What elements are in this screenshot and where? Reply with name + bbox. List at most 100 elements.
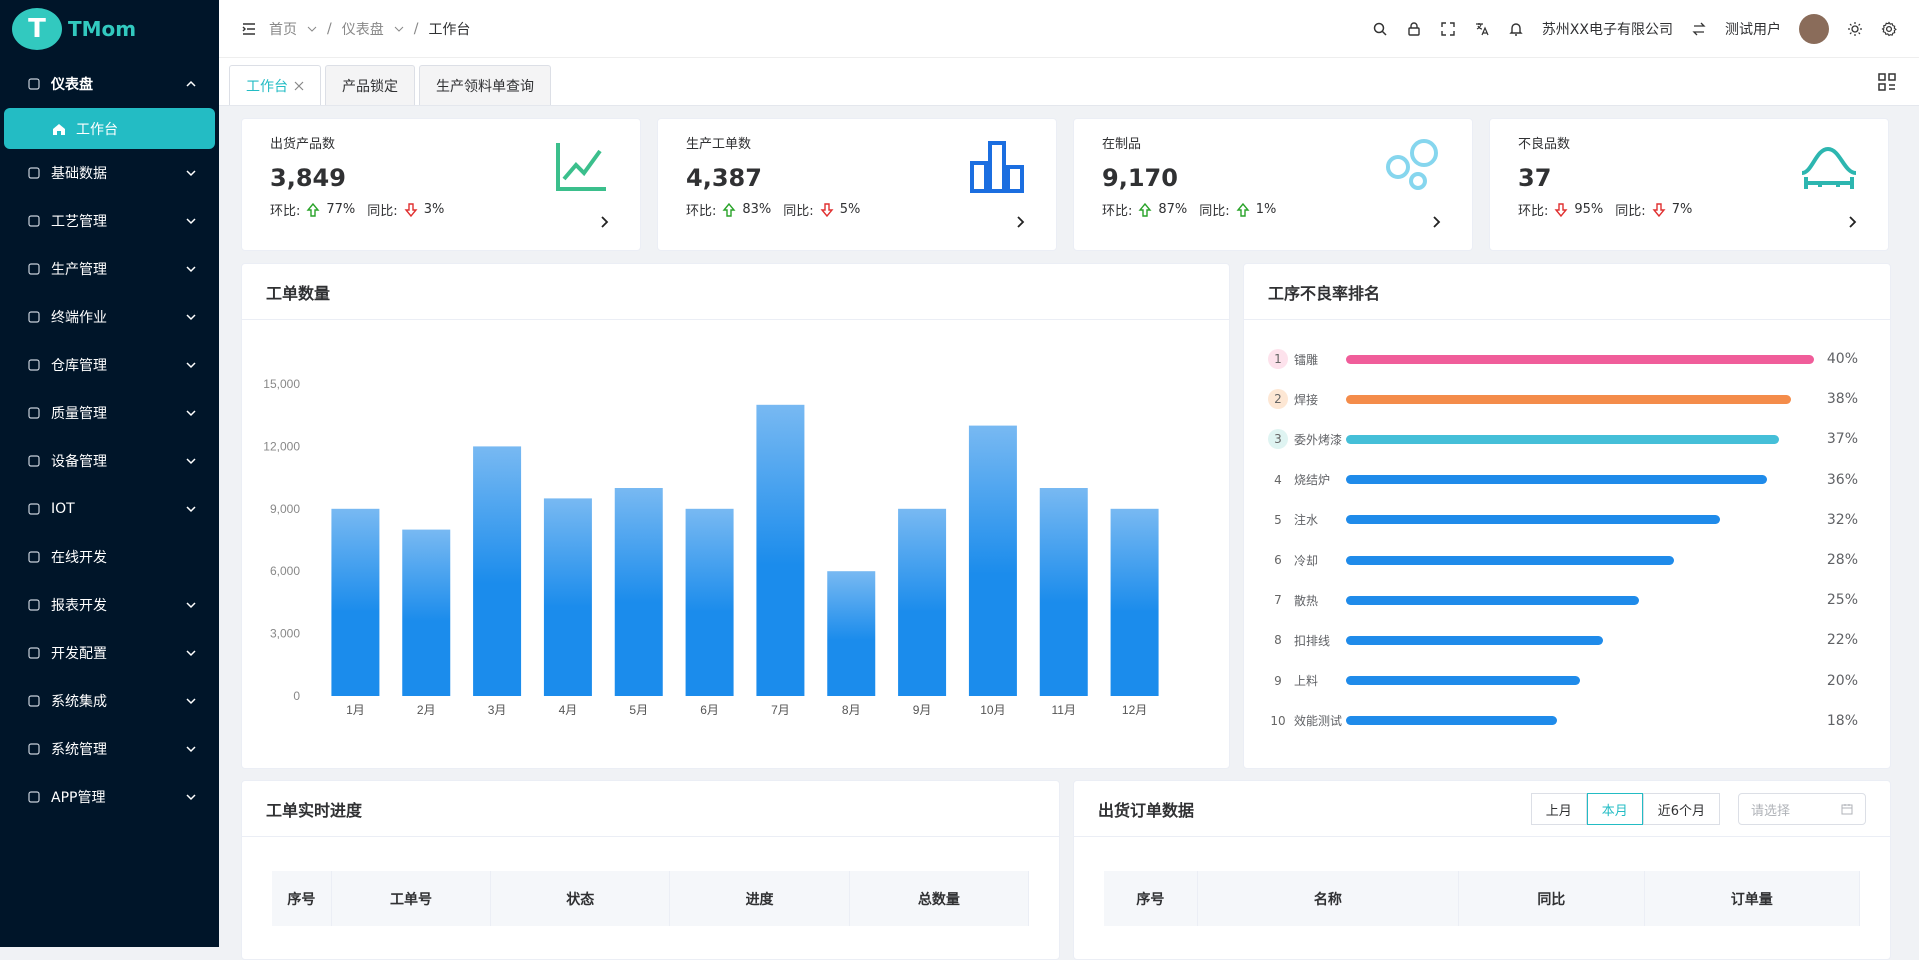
period-button[interactable]: 近6个月 — [1642, 793, 1720, 825]
stat-card-1[interactable]: 生产工单数 4,387 环比: 83% 同比: 5% — [657, 118, 1057, 251]
chevron-down-icon — [185, 743, 197, 755]
production-icon — [27, 262, 41, 276]
bar-9月[interactable] — [898, 508, 947, 696]
rank-track — [1346, 595, 1814, 605]
user-name[interactable]: 测试用户 — [1725, 19, 1781, 39]
chevron-down-icon — [185, 455, 197, 467]
chevron-right-icon[interactable] — [1430, 216, 1442, 228]
date-picker[interactable]: 请选择 — [1738, 793, 1866, 825]
theme-sun-icon[interactable] — [1847, 21, 1863, 37]
close-icon[interactable] — [294, 81, 304, 91]
period-button[interactable]: 本月 — [1586, 793, 1643, 825]
switch-icon[interactable] — [1691, 21, 1707, 37]
fullscreen-icon[interactable] — [1440, 21, 1456, 37]
tab-material-query[interactable]: 生产领料单查询 — [419, 65, 551, 105]
tb-value: 3% — [423, 202, 445, 217]
sidebar-item-6[interactable]: 仓库管理 — [0, 341, 219, 389]
sidebar-item-10[interactable]: 在线开发 — [0, 533, 219, 581]
period-button[interactable]: 上月 — [1530, 793, 1587, 825]
sidebar-item-label: 设备管理 — [51, 454, 107, 470]
bar-5月[interactable] — [614, 488, 663, 696]
arrow-down-icon — [820, 202, 834, 217]
rank-number: 5 — [1274, 512, 1282, 527]
column-header[interactable]: 名称 — [1198, 871, 1460, 926]
lock-icon[interactable] — [1406, 21, 1422, 37]
translate-icon[interactable] — [1474, 21, 1490, 37]
company-switcher[interactable]: 苏州XX电子有限公司 — [1542, 19, 1673, 39]
sidebar-item-label: 工作台 — [76, 121, 118, 138]
stat-card-2[interactable]: 在制品 9,170 环比: 87% 同比: 1% — [1073, 118, 1473, 251]
breadcrumb-home[interactable]: 首页 — [269, 19, 297, 39]
bar-11月[interactable] — [1039, 488, 1088, 696]
sidebar-item-1[interactable]: 工作台 — [4, 108, 215, 149]
chevron-right-icon[interactable] — [598, 216, 610, 228]
sidebar-item-12[interactable]: 开发配置 — [0, 629, 219, 677]
rank-percent: 20% — [1826, 672, 1858, 689]
column-header[interactable]: 进度 — [670, 871, 850, 926]
bar-4月[interactable] — [543, 498, 592, 696]
rank-process-name: 镭雕 — [1294, 352, 1319, 367]
rank-percent: 36% — [1826, 471, 1858, 488]
hb-value: 77% — [326, 202, 356, 217]
sidebar-item-11[interactable]: 报表开发 — [0, 581, 219, 629]
search-icon[interactable] — [1372, 21, 1388, 37]
column-header[interactable]: 同比 — [1459, 871, 1645, 926]
bar-7月[interactable] — [756, 404, 805, 696]
rank-process-name: 焊接 — [1294, 392, 1319, 407]
sidebar-item-5[interactable]: 终端作业 — [0, 293, 219, 341]
device-icon — [27, 454, 41, 468]
tb-label: 同比: — [1615, 204, 1646, 219]
sidebar-item-13[interactable]: 系统集成 — [0, 677, 219, 725]
hb-label: 环比: — [1102, 204, 1133, 219]
rank-number: 9 — [1274, 673, 1282, 688]
sidebar-item-15[interactable]: APP管理 — [0, 773, 219, 821]
app-logo[interactable]: T TMom — [12, 8, 136, 50]
chevron-right-icon[interactable] — [1846, 216, 1858, 228]
bar-2月[interactable] — [402, 529, 451, 696]
tab-product-lock[interactable]: 产品锁定 — [325, 65, 415, 105]
card-title: 工单实时进度 — [242, 781, 1059, 837]
stat-card-3[interactable]: 不良品数 37 环比: 95% 同比: 7% — [1489, 118, 1889, 251]
bar-1月[interactable] — [331, 508, 380, 696]
grid-layout-icon[interactable] — [1877, 72, 1897, 92]
bell-icon[interactable] — [1508, 21, 1524, 37]
breadcrumb-dashboard[interactable]: 仪表盘 — [342, 19, 384, 39]
period-button-group: 上月 本月 近6个月 — [1530, 793, 1720, 825]
integration-icon — [27, 694, 41, 708]
sidebar-item-4[interactable]: 生产管理 — [0, 245, 219, 293]
stat-card-0[interactable]: 出货产品数 3,849 环比: 77% 同比: 3% — [241, 118, 641, 251]
home-icon — [52, 122, 66, 136]
settings-icon — [27, 742, 41, 756]
bar-8月[interactable] — [827, 571, 876, 696]
collapse-menu-icon[interactable] — [241, 21, 257, 37]
hb-label: 环比: — [270, 204, 301, 219]
defect-ranking-card: 工序不良率排名 1 镭雕 40% 2 焊接 38% 3 委外烤漆 37% 4 烧结炉 36% 5 注水 32… — [1243, 263, 1891, 769]
sidebar-item-7[interactable]: 质量管理 — [0, 389, 219, 437]
iot-icon — [27, 502, 41, 516]
rank-track — [1346, 716, 1814, 726]
column-header[interactable]: 总数量 — [850, 871, 1029, 926]
bubbles-icon — [1384, 137, 1442, 195]
avatar[interactable] — [1799, 13, 1829, 44]
column-header[interactable]: 订单量 — [1645, 871, 1861, 926]
column-header[interactable]: 序号 — [1104, 871, 1198, 926]
bar-3月[interactable] — [473, 446, 522, 696]
sidebar-item-9[interactable]: IOT — [0, 485, 219, 533]
chevron-down-icon — [185, 599, 197, 611]
bar-12月[interactable] — [1110, 508, 1159, 696]
sidebar-item-8[interactable]: 设备管理 — [0, 437, 219, 485]
bar-6月[interactable] — [685, 508, 734, 696]
column-header[interactable]: 序号 — [272, 871, 332, 926]
sidebar-item-0[interactable]: 仪表盘 — [0, 60, 219, 108]
sidebar-item-14[interactable]: 系统管理 — [0, 725, 219, 773]
settings-gear-icon[interactable] — [1881, 21, 1897, 37]
column-header[interactable]: 状态 — [491, 871, 671, 926]
bar-10月[interactable] — [968, 425, 1017, 696]
column-header[interactable]: 工单号 — [332, 871, 492, 926]
sidebar-item-2[interactable]: 基础数据 — [0, 149, 219, 197]
chevron-right-icon[interactable] — [1014, 216, 1026, 228]
tab-workbench[interactable]: 工作台 — [229, 65, 321, 105]
sidebar-item-3[interactable]: 工艺管理 — [0, 197, 219, 245]
logo-badge: T — [12, 8, 62, 50]
ranking-row: 10 效能测试 18% — [1268, 711, 1858, 731]
